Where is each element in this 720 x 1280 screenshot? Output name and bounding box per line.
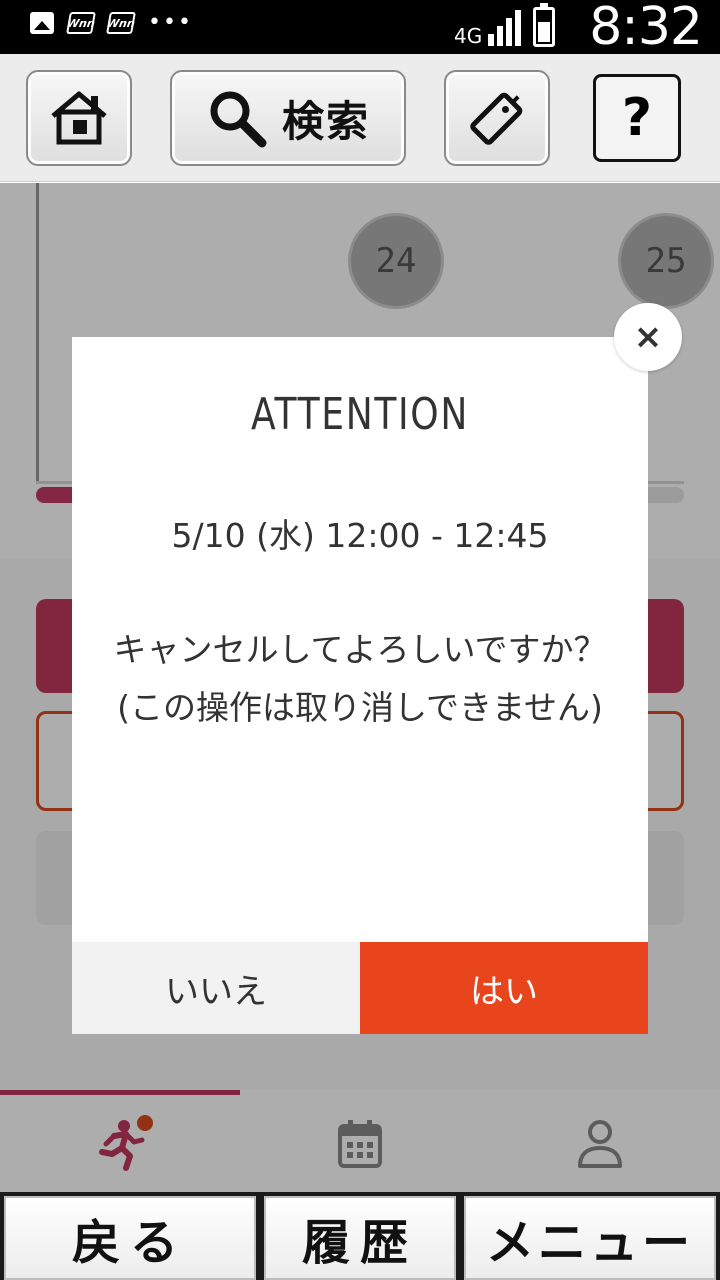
wnn-icon: Wnn [66, 12, 96, 34]
yes-button[interactable]: はい [360, 942, 648, 1034]
help-label: ? [621, 88, 653, 148]
home-icon [51, 91, 107, 145]
status-bar: Wnn Wnn ••• 4G 8:32 [0, 0, 720, 57]
battery-icon [533, 3, 556, 47]
menu-key[interactable]: メニュー [464, 1196, 716, 1280]
top-toolbar: 検索 ? [0, 54, 720, 182]
back-key[interactable]: 戻る [4, 1196, 256, 1280]
search-icon [210, 91, 267, 148]
cancel-confirm-dialog: ATTENTION 5/10 (水) 12:00 - 12:45 キャンセルして… [72, 337, 648, 1034]
wnn-icon: Wnn [106, 12, 136, 34]
history-key[interactable]: 履歴 [264, 1196, 456, 1280]
dialog-buttons: いいえ はい [72, 942, 648, 1034]
tag-button[interactable] [444, 70, 550, 166]
clock: 8:32 [589, 0, 703, 57]
more-dots-icon: ••• [148, 10, 193, 35]
signal-icon [488, 8, 522, 46]
image-icon [30, 12, 54, 34]
search-button[interactable]: 検索 [170, 70, 406, 166]
dialog-title: ATTENTION [251, 389, 469, 440]
home-button[interactable] [26, 70, 132, 166]
no-button[interactable]: いいえ [72, 942, 360, 1034]
tag-icon [470, 92, 523, 145]
bottom-key-bar: 戻る 履歴 メニュー [0, 1192, 720, 1280]
network-type: 4G [453, 24, 483, 48]
close-icon: × [633, 317, 663, 357]
close-dialog-button[interactable]: × [614, 303, 682, 371]
notification-icons: Wnn Wnn ••• [30, 12, 193, 34]
dialog-message: キャンセルしてよろしいですか？(この操作は取り消しできません) [113, 630, 607, 727]
dialog-datetime: 5/10 (水) 12:00 - 12:45 [171, 516, 549, 555]
help-button[interactable]: ? [593, 74, 681, 162]
search-label: 検索 [281, 96, 370, 146]
